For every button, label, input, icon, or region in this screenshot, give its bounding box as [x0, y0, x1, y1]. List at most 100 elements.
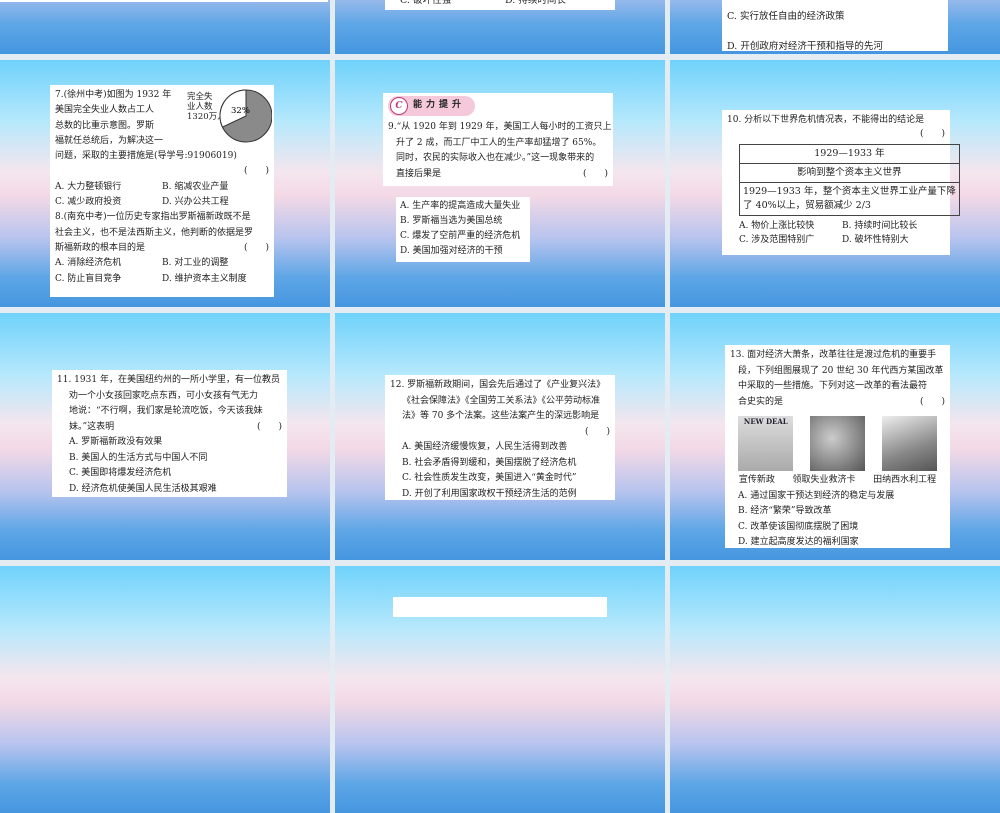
- section-banner: C 能力提升: [388, 96, 476, 116]
- pie-percent-label: 32%: [231, 106, 250, 116]
- question-text: 合史实的是: [738, 396, 784, 407]
- option: C. 美国即将爆发经济危机: [69, 468, 172, 478]
- slide-thumbnail[interactable]: 12. 罗斯福新政期间，国会先后通过了《产业复兴法》 《社会保障法》《全国劳工关…: [335, 313, 665, 560]
- slide-thumbnail[interactable]: [0, 0, 330, 54]
- question-11-box: 11. 1931 年，在美国纽约州的一所小学里，有一位教员 劝一个小女孩回家吃点…: [52, 370, 287, 497]
- option: C. 涉及范围特别广: [739, 235, 815, 245]
- image-caption: 田纳西水利工程: [873, 475, 937, 485]
- section-letter-icon: C: [390, 97, 408, 115]
- table-cell: 影响到整个资本主义世界: [739, 163, 960, 183]
- option: D. 持续时间长: [505, 0, 566, 6]
- answer-blank: ( ): [582, 168, 608, 179]
- options-box: A. 生产率的提高造成大量失业 B. 罗斯福当选为美国总统 C. 爆发了空前严重…: [396, 197, 530, 262]
- option: B. 罗斯福当选为美国总统: [400, 216, 503, 226]
- option: C. 实行放任自由的经济政策: [727, 11, 845, 22]
- option: B. 美国人的生活方式与中国人不同: [69, 452, 208, 463]
- tva-dam-photo: [881, 416, 937, 471]
- question-text: 《社会保障法》《全国劳工关系法》《公平劳动标准: [402, 395, 601, 406]
- option: A. 通过国家干预达到经济的稳定与发展: [738, 490, 895, 501]
- content-box: [393, 597, 607, 617]
- slide-thumbnail[interactable]: 13. 面对经济大萧条，改革往往是渡过危机的重要手 段，下列组图展现了 20 世…: [670, 313, 1000, 560]
- content-box: [0, 0, 328, 2]
- question-text: 段，下列组图展现了 20 世纪 30 年代西方某国改革: [738, 365, 944, 376]
- table-cell: 1929—1933 年，整个资本主义世界工业产量下降了 40%以上，贸易额减少 …: [739, 182, 960, 216]
- option: C. 改革使该国彻底摆脱了困境: [738, 521, 859, 532]
- table-cell: 1929—1933 年: [739, 144, 960, 164]
- slide-thumbnail[interactable]: C. 破坏性强 D. 持续时间长: [335, 0, 665, 54]
- option: A. 生产率的提高造成大量失业: [400, 201, 521, 211]
- option: C. 防止盲目竞争: [55, 273, 122, 284]
- question-text: 升了 2 成，而工厂中工人的生产率却猛增了 65%。: [396, 137, 602, 148]
- slide-thumbnail[interactable]: [670, 566, 1000, 813]
- question-9-box: C 能力提升 9.“从 1920 年到 1929 年，美国工人每小时的工资只上 升…: [383, 93, 613, 186]
- option: A. 消除经济危机: [55, 258, 122, 269]
- option: A. 美国经济缓慢恢复，人民生活得到改善: [402, 442, 568, 452]
- option: C. 爆发了空前严重的经济危机: [400, 231, 521, 241]
- slide-thumbnail[interactable]: 10. 分析以下世界危机情况表，不能得出的结论是 ( ) 1929—1933 年…: [670, 60, 1000, 307]
- question-12-box: 12. 罗斯福新政期间，国会先后通过了《产业复兴法》 《社会保障法》《全国劳工关…: [385, 375, 615, 500]
- question-13-box: 13. 面对经济大萧条，改革往往是渡过危机的重要手 段，下列组图展现了 20 世…: [725, 345, 950, 548]
- question-text: 法》等 70 多个法案。这些法案产生的深远影响是: [402, 411, 600, 421]
- pie-chart: 完全失 业人数 1320万人 32%: [187, 88, 272, 143]
- table-text: 了 40%以上，贸易额减少 2/3: [743, 200, 871, 211]
- answer-blank: ( ): [919, 396, 945, 407]
- question-7-box: 完全失 业人数 1320万人 32% 7.(徐州中考)如图为 1932 年 美国完全…: [50, 85, 274, 297]
- question-text: 妹。”这表明: [69, 421, 115, 432]
- option: B. 对工业的调整: [162, 258, 229, 269]
- question-text: 直接后果是: [396, 168, 442, 179]
- question-text: 斯福新政的根本目的是: [55, 242, 146, 253]
- image-caption: 宣传新政: [738, 475, 775, 485]
- question-text: 地说：“不行啊，我们家是轮流吃饭，今天该我妹: [69, 406, 263, 416]
- option: D. 开创了利用国家政权干预经济生活的范例: [402, 488, 577, 499]
- slide-thumbnail[interactable]: C. 实行放任自由的经济政策 D. 开创政府对经济干预和指导的先河: [670, 0, 1000, 54]
- option: C. 破坏性强: [400, 0, 451, 6]
- option: D. 维护资本主义制度: [162, 273, 247, 284]
- relief-card-photo: [809, 416, 865, 471]
- question-text: 社会主义，也不是法西斯主义，他判断的依据是罗: [55, 227, 254, 238]
- question-text: 10. 分析以下世界危机情况表，不能得出的结论是: [727, 115, 925, 125]
- answer-blank: ( ): [256, 421, 282, 432]
- answer-blank: ( ): [919, 129, 945, 139]
- option: B. 持续时间比较长: [842, 221, 918, 231]
- slide-thumbnail[interactable]: 完全失 业人数 1320万人 32% 7.(徐州中考)如图为 1932 年 美国完全…: [0, 60, 330, 307]
- poster-text: NEW DEAL: [743, 417, 788, 426]
- option: B. 经济“繁荣”导致改革: [738, 506, 832, 516]
- question-text: 8.(南充中考)一位历史专家指出罗斯福新政既不是: [55, 212, 251, 223]
- slide-thumbnail[interactable]: 11. 1931 年，在美国纽约州的一所小学里，有一位教员 劝一个小女孩回家吃点…: [0, 313, 330, 560]
- answer-blank: ( ): [243, 166, 269, 177]
- option: D. 破坏性特别大: [842, 235, 909, 245]
- option: A. 物价上涨比较快: [739, 221, 815, 231]
- question-text: 9.“从 1920 年到 1929 年，美国工人每小时的工资只上: [388, 122, 612, 132]
- question-text: 同时，农民的实际收入也在减少。”这一现象带来的: [396, 153, 595, 163]
- image-caption: 领取失业救济卡: [792, 475, 856, 485]
- crisis-table: 1929—1933 年 影响到整个资本主义世界 1929—1933 年，整个资本…: [739, 144, 960, 216]
- slide-thumbnail[interactable]: [0, 566, 330, 813]
- new-deal-poster-image: NEW DEAL: [738, 416, 794, 471]
- slide-thumbnail[interactable]: C 能力提升 9.“从 1920 年到 1929 年，美国工人每小时的工资只上 升…: [335, 60, 665, 307]
- question-text: 11. 1931 年，在美国纽约州的一所小学里，有一位教员: [57, 375, 280, 385]
- question-10-box: 10. 分析以下世界危机情况表，不能得出的结论是 ( ) 1929—1933 年…: [722, 110, 960, 255]
- option: B. 缩减农业产量: [162, 181, 229, 192]
- question-text: 问题，采取的主要措施是(导学号:91906019): [55, 151, 237, 162]
- slide-thumbnail[interactable]: [335, 566, 665, 813]
- option: C. 社会性质发生改变，美国进入“黄金时代”: [402, 473, 577, 483]
- option: A. 大力整顿银行: [55, 181, 122, 192]
- option: B. 社会矛盾得到缓和，美国摆脱了经济危机: [402, 457, 577, 468]
- question-text: 劝一个小女孩回家吃点东西，可小女孩有气无力: [69, 390, 259, 401]
- option: D. 开创政府对经济干预和指导的先河: [727, 41, 883, 52]
- table-text: 1929—1933 年，整个资本主义世界工业产量下降: [743, 186, 956, 197]
- answer-blank: ( ): [243, 242, 269, 253]
- content-box: C. 破坏性强 D. 持续时间长: [385, 0, 615, 10]
- section-title: 能力提升: [413, 100, 466, 111]
- option: D. 兴办公共工程: [162, 197, 229, 208]
- option: D. 建立起高度发达的福利国家: [738, 537, 859, 547]
- option: A. 罗斯福新政没有效果: [69, 437, 163, 447]
- question-text: 13. 面对经济大萧条，改革往往是渡过危机的重要手: [730, 350, 937, 360]
- question-text: 中采取的一些措施。下列对这一改革的看法最符: [738, 381, 928, 391]
- answer-blank: ( ): [584, 426, 610, 437]
- content-box: C. 实行放任自由的经济政策 D. 开创政府对经济干预和指导的先河: [722, 0, 948, 52]
- question-text: 12. 罗斯福新政期间，国会先后通过了《产业复兴法》: [390, 380, 606, 390]
- option: D. 经济危机使美国人民生活极其艰难: [69, 483, 217, 494]
- option: D. 美国加强对经济的干预: [400, 246, 503, 256]
- option: C. 减少政府投资: [55, 197, 122, 208]
